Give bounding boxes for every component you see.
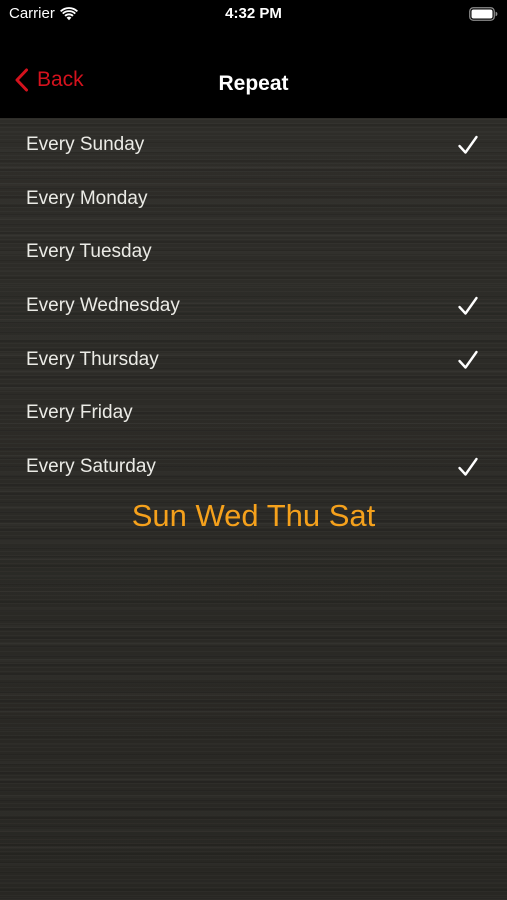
day-row-monday[interactable]: Every Monday: [0, 172, 507, 226]
checkmark-icon: [457, 349, 479, 371]
selected-days-summary: Sun Wed Thu Sat: [131, 498, 376, 533]
repeat-content: Every Sunday Every Monday Every Tuesday …: [0, 118, 507, 900]
checkmark-icon: [457, 295, 479, 317]
day-label: Every Thursday: [26, 348, 159, 370]
day-row-friday[interactable]: Every Friday: [0, 386, 507, 440]
day-row-thursday[interactable]: Every Thursday: [0, 333, 507, 387]
battery-icon: [469, 7, 498, 21]
page-title: Repeat: [218, 72, 289, 95]
day-label: Every Friday: [26, 402, 133, 424]
status-bar: Carrier 4:32 PM: [0, 0, 507, 30]
day-list: Every Sunday Every Monday Every Tuesday …: [0, 118, 507, 494]
status-time: 4:32 PM: [225, 5, 282, 22]
day-row-saturday[interactable]: Every Saturday: [0, 440, 507, 494]
day-label: Every Wednesday: [26, 294, 180, 316]
checkmark-icon: [457, 134, 479, 156]
navigation-bar: Back Repeat: [0, 30, 507, 118]
day-row-tuesday[interactable]: Every Tuesday: [0, 225, 507, 279]
day-label: Every Tuesday: [26, 241, 152, 263]
checkmark-icon: [457, 456, 479, 478]
day-label: Every Sunday: [26, 133, 145, 155]
day-row-wednesday[interactable]: Every Wednesday: [0, 279, 507, 333]
day-row-sunday[interactable]: Every Sunday: [0, 118, 507, 172]
day-label: Every Monday: [26, 187, 148, 209]
day-label: Every Saturday: [26, 455, 156, 477]
